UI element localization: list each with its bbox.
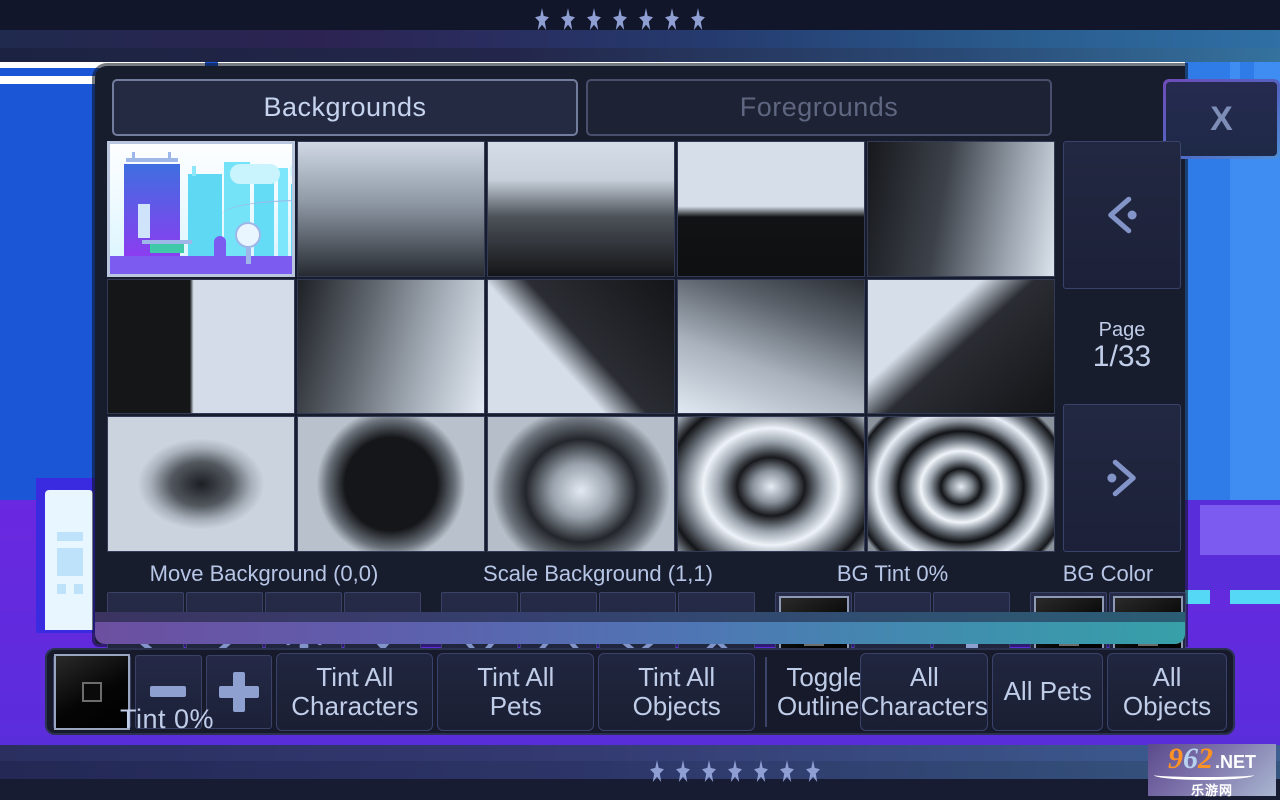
watermark-chinese: 乐游网 <box>1191 780 1233 799</box>
global-tint-toolbar: Tint All Characters Tint All Pets Tint A… <box>45 648 1235 735</box>
site-watermark: 9 6 2 .NET 乐游网 <box>1148 744 1276 796</box>
star-icon <box>613 8 627 30</box>
toggle-outlines-label: Toggle Outlines <box>777 663 872 719</box>
outline-all-characters-label: All Characters <box>861 663 988 719</box>
tab-backgrounds-label: Backgrounds <box>263 92 426 123</box>
chevron-right-dot-icon <box>1095 451 1149 505</box>
outline-all-characters-button[interactable]: All Characters <box>860 653 988 731</box>
thumbnail-gradient-vertical-mid[interactable] <box>487 141 675 277</box>
star-icon <box>676 760 690 782</box>
outline-all-objects-label: All Objects <box>1123 663 1211 719</box>
minus-icon <box>150 686 186 697</box>
scene-bottom-bar-2 <box>0 761 1280 779</box>
thumbnail-gradient-horizontal-soft[interactable] <box>297 279 485 415</box>
tint-all-objects-button[interactable]: Tint All Objects <box>598 653 755 731</box>
scene-kiosk-foot <box>74 584 83 594</box>
scene-top-bar-2 <box>0 30 1280 48</box>
thumbnail-radial-dark-center-hard[interactable] <box>297 416 485 552</box>
thumbnail-diagonal-split-up[interactable] <box>487 279 675 415</box>
page-indicator: Page 1/33 <box>1063 289 1181 404</box>
star-icon <box>702 760 716 782</box>
tint-all-pets-label: Tint All Pets <box>477 663 554 719</box>
star-icon <box>691 8 705 30</box>
thumbnail-diagonal-split-down[interactable] <box>867 279 1055 415</box>
panel-accent-strip <box>95 622 1185 644</box>
page-navigation: Page 1/33 <box>1063 141 1181 552</box>
scene-kiosk-sign <box>57 532 83 541</box>
thumbnail-radial-rings-double[interactable] <box>677 416 865 552</box>
scene-bottom-bar-3 <box>0 779 1280 800</box>
thumbnail-radial-dark-center-soft[interactable] <box>107 416 295 552</box>
close-button-label: X <box>1210 100 1233 139</box>
move-background-title: Move Background (0,0) <box>107 556 421 592</box>
page-prev-button[interactable] <box>1063 141 1181 289</box>
page-next-button[interactable] <box>1063 404 1181 552</box>
scene-detail <box>1200 505 1280 555</box>
star-icon <box>665 8 679 30</box>
thumbnail-city-skyline-background[interactable] <box>107 141 295 277</box>
plus-icon <box>219 672 259 712</box>
scene-top-bar-3 <box>0 48 1280 62</box>
star-icon <box>754 760 768 782</box>
scale-background-title: Scale Background (1,1) <box>441 556 755 592</box>
toolbar-divider <box>765 657 767 727</box>
star-icon <box>639 8 653 30</box>
panel-accent-upper <box>95 612 1185 622</box>
outline-all-pets-button[interactable]: All Pets <box>992 653 1103 731</box>
page-word: Page <box>1099 320 1146 340</box>
star-icon <box>728 760 742 782</box>
scene-detail <box>1230 588 1280 604</box>
tab-bar: Backgrounds Foregrounds <box>112 79 1052 136</box>
background-thumbnail-grid <box>107 141 1055 552</box>
color-swatch-inner <box>82 682 102 702</box>
star-icon <box>587 8 601 30</box>
scene-bottom-bar-1 <box>0 745 1280 761</box>
thumbnail-gradient-corner-bottom[interactable] <box>677 279 865 415</box>
watermark-swoosh-icon <box>1154 770 1254 780</box>
tint-all-objects-label: Tint All Objects <box>633 663 721 719</box>
thumbnail-gradient-vertical-hard[interactable] <box>677 141 865 277</box>
tint-all-characters-label: Tint All Characters <box>291 663 418 719</box>
scene-star-row-top <box>535 8 705 30</box>
close-icon: X <box>1166 82 1277 156</box>
thumbnail-gradient-horizontal-right[interactable] <box>867 141 1055 277</box>
tab-foregrounds-label: Foregrounds <box>740 92 899 123</box>
bg-color-title: BG Color <box>1030 556 1186 592</box>
thumbnail-split-vertical-hard[interactable] <box>107 279 295 415</box>
chevron-left-dot-icon <box>1095 188 1149 242</box>
scene-kiosk-window <box>57 548 83 576</box>
tab-foregrounds[interactable]: Foregrounds <box>586 79 1052 136</box>
scene-star-row-bottom <box>650 760 820 782</box>
bg-tint-title: BG Tint 0% <box>775 556 1010 592</box>
scene-kiosk-foot <box>57 584 66 594</box>
background-selector-panel: Backgrounds Foregrounds X <box>95 66 1185 644</box>
star-icon <box>535 8 549 30</box>
thumbnail-radial-light-center[interactable] <box>487 416 675 552</box>
star-icon <box>561 8 575 30</box>
outline-all-pets-label: All Pets <box>1004 677 1092 705</box>
tint-all-characters-button[interactable]: Tint All Characters <box>276 653 433 731</box>
thumbnail-gradient-vertical-soft[interactable] <box>297 141 485 277</box>
thumbnail-radial-rings-triple[interactable] <box>867 416 1055 552</box>
color-swatch <box>54 654 130 730</box>
tint-all-pets-button[interactable]: Tint All Pets <box>437 653 594 731</box>
star-icon <box>780 760 794 782</box>
tab-backgrounds[interactable]: Backgrounds <box>112 79 578 136</box>
star-icon <box>650 760 664 782</box>
page-value: 1/33 <box>1093 340 1151 373</box>
global-tint-value-label: Tint 0% <box>120 704 214 735</box>
global-tint-increase-button[interactable] <box>206 655 273 729</box>
outline-all-objects-button[interactable]: All Objects <box>1107 653 1227 731</box>
star-icon <box>806 760 820 782</box>
